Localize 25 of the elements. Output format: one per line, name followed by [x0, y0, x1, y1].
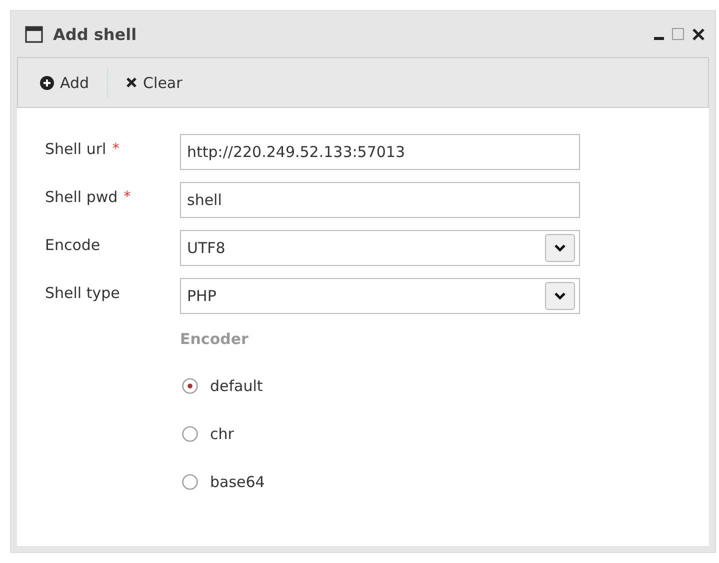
input-field[interactable]: http://220.249.52.133:57013: [180, 134, 580, 170]
field-label: Shell pwd: [45, 188, 118, 206]
close-icon: [126, 77, 138, 88]
radio-option[interactable]: default: [182, 362, 263, 410]
window-title: Add shell: [53, 24, 138, 44]
dropdown-button[interactable]: [545, 234, 575, 262]
field-label: Shell url: [45, 140, 106, 158]
required-mark: *: [112, 141, 120, 157]
window-icon: [25, 26, 43, 42]
add-button[interactable]: Add: [30, 68, 100, 98]
dropdown[interactable]: UTF8: [180, 230, 580, 266]
plus-circle-icon: [40, 76, 54, 90]
chevron-icon: [554, 244, 566, 252]
section-title: Encoder: [180, 330, 250, 348]
required-mark: *: [124, 189, 131, 205]
dropdown-button[interactable]: [545, 282, 575, 310]
input-field[interactable]: shell: [180, 182, 580, 218]
field-label: Encode: [45, 236, 100, 254]
clear-button[interactable]: Clear: [116, 68, 192, 98]
dropdown[interactable]: PHP: [180, 278, 580, 314]
radio-option[interactable]: chr: [182, 410, 234, 458]
radio-option[interactable]: base64: [182, 458, 265, 506]
close-icon[interactable]: [692, 28, 705, 40]
field-label: Shell type: [45, 284, 120, 302]
chevron-icon: [554, 292, 566, 300]
